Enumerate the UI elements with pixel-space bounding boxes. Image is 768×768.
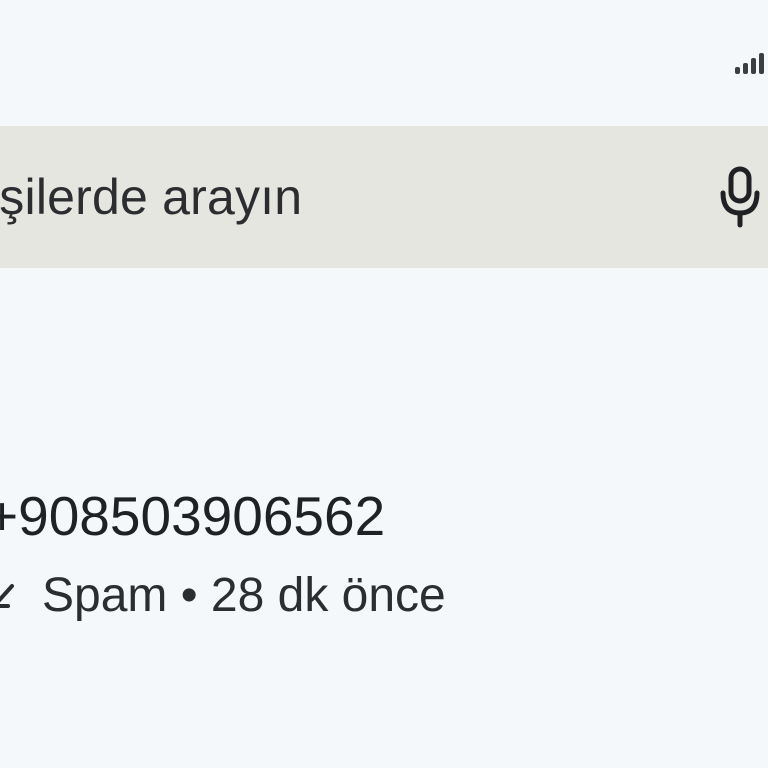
meta-separator: • xyxy=(180,569,198,622)
phone-number: +908503906562 xyxy=(0,484,385,548)
status-bar xyxy=(0,0,768,110)
contacts-search-bar[interactable]: işilerde arayın xyxy=(0,126,768,268)
phone-number-digits: 908503906562 xyxy=(18,485,386,547)
microphone-icon[interactable] xyxy=(718,165,768,229)
call-time: 28 dk önce xyxy=(210,569,446,622)
search-placeholder[interactable]: işilerde arayın xyxy=(0,126,302,268)
missed-call-icon xyxy=(0,584,14,608)
signal-strength-icon xyxy=(735,53,764,74)
call-log-screen: işilerde arayın +908503906562 Spam • 28 … xyxy=(0,0,768,768)
phone-number-prefix: + xyxy=(0,485,19,547)
call-meta-text: Spam • 28 dk önce xyxy=(42,568,446,624)
spam-label: Spam xyxy=(42,569,168,622)
call-log-entry[interactable]: +908503906562 Spam • 28 dk önce xyxy=(0,470,768,640)
